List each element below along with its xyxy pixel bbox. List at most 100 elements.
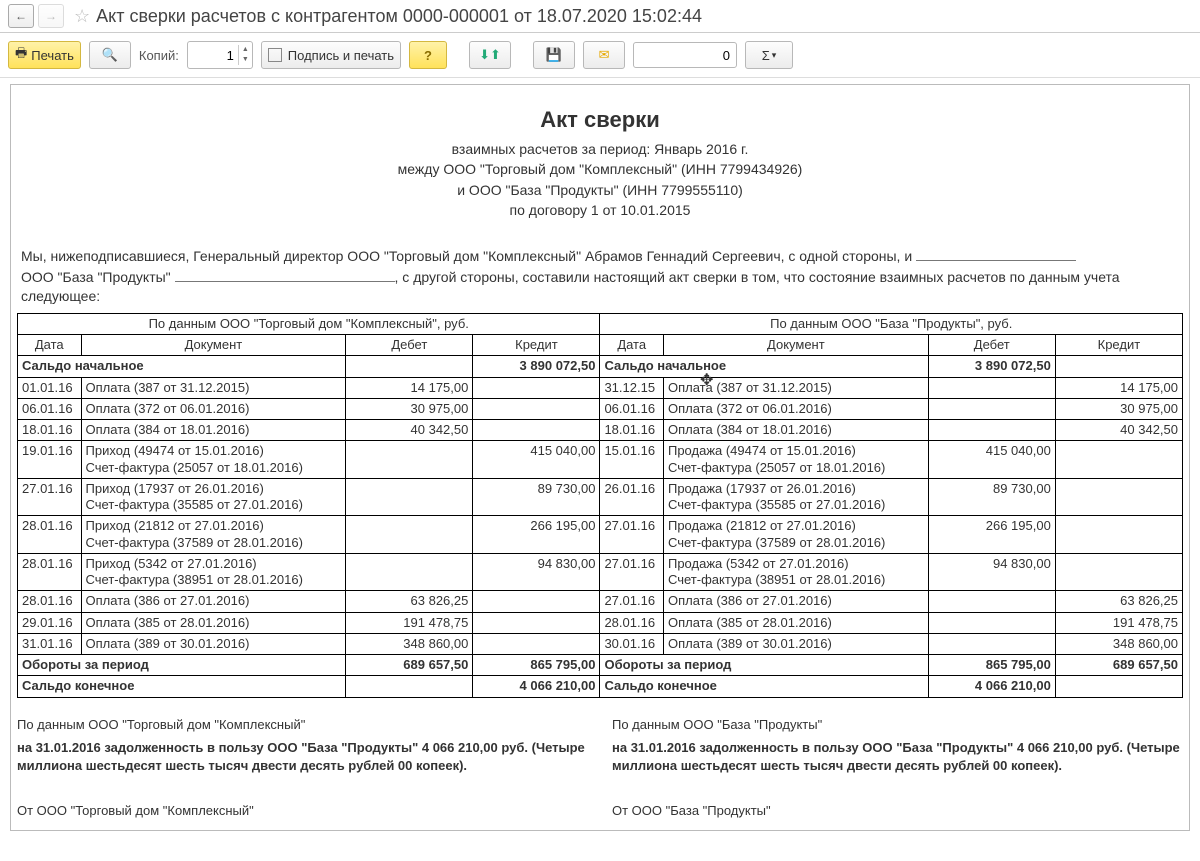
cell: 28.01.16	[600, 612, 664, 633]
cell: 31.12.15	[600, 377, 664, 398]
footer: По данным ООО "Торговый дом "Комплексный…	[17, 716, 1183, 820]
sign-label: Подпись и печать	[288, 48, 394, 63]
back-button[interactable]: ←	[8, 4, 34, 28]
cell: 63 826,25	[1055, 591, 1182, 612]
cell: 191 478,75	[1055, 612, 1182, 633]
cell	[346, 676, 473, 697]
print-button[interactable]: 🖶 Печать	[8, 41, 81, 69]
doc-sub-line: и ООО "База "Продукты" (ИНН 7799555110)	[17, 180, 1183, 200]
cell: Приход (21812 от 27.01.2016) Счет-фактур…	[81, 516, 346, 554]
cell: 06.01.16	[600, 398, 664, 419]
spin-up-icon[interactable]: ▲	[239, 45, 252, 55]
cell	[346, 356, 473, 377]
doc-sub-line: между ООО "Торговый дом "Комплексный" (И…	[17, 159, 1183, 179]
turnover-left-credit: 865 795,00	[473, 655, 600, 676]
preamble: Мы, нижеподписавшиеся, Генеральный дирек…	[21, 246, 1179, 307]
footer-debt: на 31.01.2016 задолженность в пользу ООО…	[17, 739, 588, 774]
end-balance-right-debit: 4 066 210,00	[928, 676, 1055, 697]
cell: 27.01.16	[18, 478, 82, 516]
turnover-right-debit: 865 795,00	[928, 655, 1055, 676]
preview-button[interactable]: 🔍	[89, 41, 131, 69]
cell: 266 195,00	[473, 516, 600, 554]
cell: Продажа (17937 от 26.01.2016) Счет-факту…	[663, 478, 928, 516]
col-date: Дата	[600, 335, 664, 356]
copies-label: Копий:	[139, 48, 179, 63]
cell: 40 342,50	[346, 420, 473, 441]
col-date: Дата	[18, 335, 82, 356]
cell: Оплата (384 от 18.01.2016)	[81, 420, 346, 441]
col-document: Документ	[81, 335, 346, 356]
cell: 94 830,00	[928, 553, 1055, 591]
email-button[interactable]: ✉	[583, 41, 625, 69]
table-row: 19.01.16Приход (49474 от 15.01.2016) Сче…	[18, 441, 1183, 479]
cell: 31.01.16	[18, 633, 82, 654]
col-debit: Дебет	[928, 335, 1055, 356]
cell: 27.01.16	[600, 591, 664, 612]
cell: 15.01.16	[600, 441, 664, 479]
cell: Оплата (384 от 18.01.2016)	[663, 420, 928, 441]
numeric-input[interactable]	[633, 42, 737, 68]
document-area: Акт сверки взаимных расчетов за период: …	[0, 78, 1200, 861]
blank-line	[916, 246, 1076, 261]
spin-down-icon[interactable]: ▼	[239, 55, 252, 65]
cell: Оплата (385 от 28.01.2016)	[81, 612, 346, 633]
cell: Оплата (372 от 06.01.2016)	[81, 398, 346, 419]
cell: 415 040,00	[928, 441, 1055, 479]
right-source-header: По данным ООО "База "Продукты", руб.	[600, 313, 1183, 334]
cell: Продажа (5342 от 27.01.2016) Счет-фактур…	[663, 553, 928, 591]
cell	[1055, 676, 1182, 697]
cell	[473, 398, 600, 419]
sign-toggle[interactable]: Подпись и печать	[261, 41, 401, 69]
table-row: 28.01.16Оплата (386 от 27.01.2016)63 826…	[18, 591, 1183, 612]
cell	[473, 591, 600, 612]
cell	[928, 398, 1055, 419]
cell	[1055, 441, 1182, 479]
cell: Оплата (387 от 31.12.2015)	[663, 377, 928, 398]
cell: 30 975,00	[1055, 398, 1182, 419]
cell: Продажа (49474 от 15.01.2016) Счет-факту…	[663, 441, 928, 479]
cell: 348 860,00	[346, 633, 473, 654]
cell: 89 730,00	[928, 478, 1055, 516]
cell: 28.01.16	[18, 553, 82, 591]
doc-title: Акт сверки	[17, 107, 1183, 133]
blank-line	[175, 267, 395, 282]
save-button[interactable]: 💾	[533, 41, 575, 69]
cell	[346, 441, 473, 479]
toolbar: 🖶 Печать 🔍 Копий: ▲ ▼ Подпись и печать ?…	[0, 33, 1200, 78]
favorite-icon[interactable]: ☆	[74, 6, 90, 27]
cell: 266 195,00	[928, 516, 1055, 554]
cell: 18.01.16	[600, 420, 664, 441]
export-button[interactable]: ⬇︎⬆︎	[469, 41, 511, 69]
cell: 63 826,25	[346, 591, 473, 612]
col-credit: Кредит	[473, 335, 600, 356]
start-balance-label: Сальдо начальное	[18, 356, 346, 377]
help-button[interactable]: ?	[409, 41, 447, 69]
table-row: 27.01.16Приход (17937 от 26.01.2016) Сче…	[18, 478, 1183, 516]
cell	[928, 633, 1055, 654]
table-row: 28.01.16Приход (5342 от 27.01.2016) Счет…	[18, 553, 1183, 591]
copies-spinner[interactable]: ▲ ▼	[187, 41, 253, 69]
table-row: 06.01.16Оплата (372 от 06.01.2016)30 975…	[18, 398, 1183, 419]
cell	[346, 478, 473, 516]
copies-input[interactable]	[188, 48, 238, 63]
printer-icon: 🖶	[15, 44, 27, 66]
cell: 29.01.16	[18, 612, 82, 633]
forward-button[interactable]: →	[38, 4, 64, 28]
turnover-label: Обороты за период	[18, 655, 346, 676]
cell: Приход (5342 от 27.01.2016) Счет-фактура…	[81, 553, 346, 591]
footer-from: От ООО "База "Продукты"	[612, 802, 1183, 820]
dropdown-icon: ▾	[772, 50, 777, 61]
cell: Продажа (21812 от 27.01.2016) Счет-факту…	[663, 516, 928, 554]
doc-sub-line: взаимных расчетов за период: Январь 2016…	[17, 139, 1183, 159]
cell: 40 342,50	[1055, 420, 1182, 441]
cell	[1055, 516, 1182, 554]
cell: Оплата (372 от 06.01.2016)	[663, 398, 928, 419]
sum-button[interactable]: Σ▾	[745, 41, 793, 69]
cell: 415 040,00	[473, 441, 600, 479]
table-row: 29.01.16Оплата (385 от 28.01.2016) 191 47…	[18, 612, 1183, 633]
cell: Приход (17937 от 26.01.2016) Счет-фактур…	[81, 478, 346, 516]
cell	[346, 516, 473, 554]
cell: Оплата (386 от 27.01.2016)	[663, 591, 928, 612]
cell: 18.01.16	[18, 420, 82, 441]
cell: Оплата (387 от 31.12.2015)	[81, 377, 346, 398]
